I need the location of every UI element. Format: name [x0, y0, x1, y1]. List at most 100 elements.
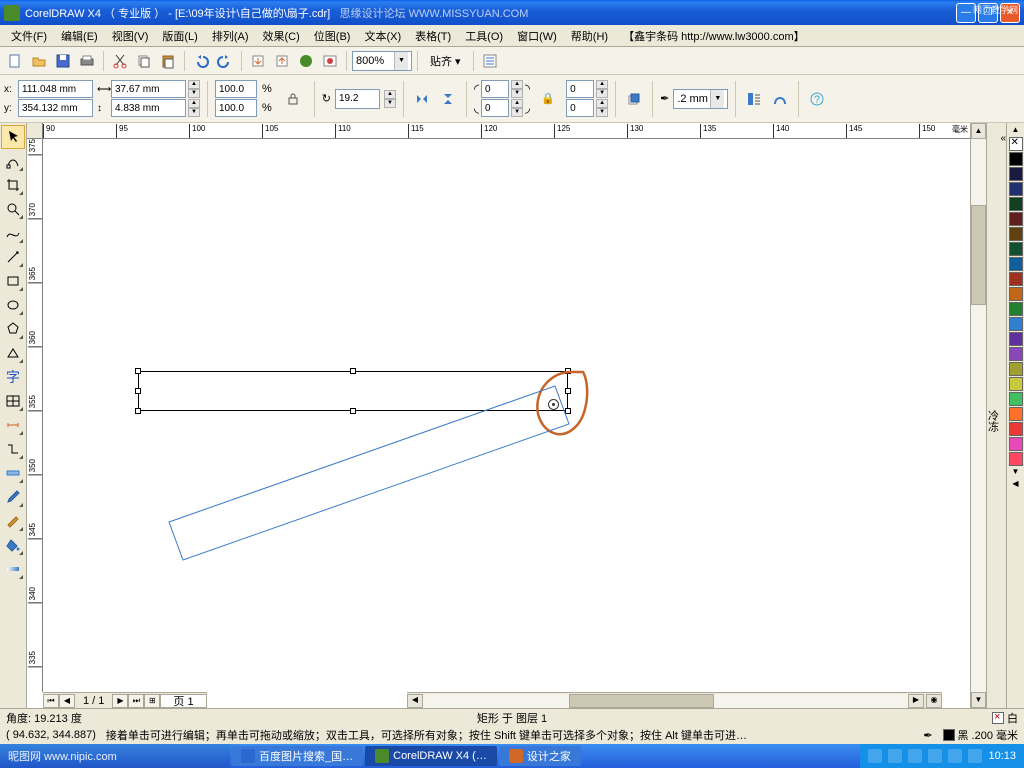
- corner-br-field[interactable]: 0: [566, 99, 594, 117]
- print-button[interactable]: [76, 50, 98, 72]
- to-curves-button[interactable]: [769, 88, 791, 110]
- help-button[interactable]: ?: [806, 88, 828, 110]
- x-field[interactable]: 111.048 mm: [18, 80, 93, 98]
- app-launcher-button[interactable]: [295, 50, 317, 72]
- palette-down-button[interactable]: ▼: [1007, 467, 1024, 479]
- eyedropper-tool[interactable]: [1, 485, 25, 509]
- taskbar-item-0[interactable]: 百度图片搜索_国…: [231, 746, 363, 766]
- outline-tool[interactable]: [1, 509, 25, 533]
- swatch[interactable]: [1009, 392, 1023, 406]
- zoom-combo[interactable]: 800%▼: [352, 51, 412, 71]
- ruler-vertical[interactable]: 375370365360355350345340335: [27, 139, 43, 692]
- nav-popup-button[interactable]: ◉: [926, 694, 942, 708]
- palette-flyout-button[interactable]: ◀: [1007, 479, 1024, 491]
- connector-tool[interactable]: [1, 437, 25, 461]
- menu-effects[interactable]: 效果(C): [256, 26, 307, 46]
- lock-ratio-button[interactable]: [282, 88, 304, 110]
- menu-text[interactable]: 文本(X): [357, 26, 408, 46]
- start-area[interactable]: 昵图网 www.nipic.com: [0, 744, 230, 768]
- page-next-button[interactable]: ▶: [112, 694, 128, 708]
- swatch[interactable]: [1009, 302, 1023, 316]
- menu-extra-link[interactable]: 【鑫宇条码 http://www.lw3000.com】: [623, 28, 805, 44]
- outline-indicator[interactable]: [943, 729, 955, 741]
- mirror-v-button[interactable]: [437, 88, 459, 110]
- polygon-tool[interactable]: [1, 317, 25, 341]
- sel-handle-tm[interactable]: [350, 368, 356, 374]
- swatch[interactable]: [1009, 377, 1023, 391]
- width-field[interactable]: 37.67 mm: [111, 80, 186, 98]
- paste-button[interactable]: [157, 50, 179, 72]
- menu-edit[interactable]: 编辑(E): [54, 26, 105, 46]
- palette-up-button[interactable]: ▲: [1007, 125, 1024, 137]
- save-button[interactable]: [52, 50, 74, 72]
- tray-icon[interactable]: [928, 749, 942, 763]
- swatch[interactable]: [1009, 437, 1023, 451]
- to-front-button[interactable]: [623, 88, 645, 110]
- import-button[interactable]: [247, 50, 269, 72]
- undo-button[interactable]: [190, 50, 212, 72]
- basic-shapes-tool[interactable]: [1, 341, 25, 365]
- swatch[interactable]: [1009, 407, 1023, 421]
- corner-bl-field[interactable]: 0: [481, 99, 509, 117]
- system-tray[interactable]: 10:13: [860, 744, 1024, 768]
- new-button[interactable]: [4, 50, 26, 72]
- zoom-tool[interactable]: [1, 197, 25, 221]
- tray-icon[interactable]: [948, 749, 962, 763]
- ruler-origin[interactable]: [27, 123, 43, 139]
- welcome-screen-button[interactable]: [319, 50, 341, 72]
- swatch[interactable]: [1009, 332, 1023, 346]
- swatch[interactable]: [1009, 152, 1023, 166]
- page-prev-button[interactable]: ◀: [59, 694, 75, 708]
- menu-view[interactable]: 视图(V): [105, 26, 156, 46]
- rotation-field[interactable]: 19.2: [335, 89, 380, 109]
- taskbar-item-2[interactable]: 设计之家: [499, 746, 581, 766]
- export-button[interactable]: [271, 50, 293, 72]
- h-scrollbar[interactable]: ◀▶ ◉: [407, 692, 942, 708]
- corner-tr-field[interactable]: 0: [566, 80, 594, 98]
- fill-tool[interactable]: [1, 533, 25, 557]
- menu-table[interactable]: 表格(T): [408, 26, 458, 46]
- outline-pen-status-icon[interactable]: ✒: [923, 729, 932, 742]
- fill-indicator[interactable]: ×: [992, 712, 1004, 724]
- mirror-h-button[interactable]: [411, 88, 433, 110]
- cut-button[interactable]: [109, 50, 131, 72]
- shape-tool[interactable]: [1, 149, 25, 173]
- text-tool[interactable]: 字: [1, 365, 25, 389]
- height-field[interactable]: 4.838 mm: [111, 99, 186, 117]
- interactive-fill-tool[interactable]: [1, 557, 25, 581]
- scale-y-field[interactable]: 100.0: [215, 99, 257, 117]
- swatch[interactable]: [1009, 362, 1023, 376]
- sel-handle-tl[interactable]: [135, 368, 141, 374]
- swatch[interactable]: [1009, 197, 1023, 211]
- ruler-horizontal[interactable]: 9095100105110115120125130135140145150毫米: [43, 123, 970, 139]
- ellipse-tool[interactable]: [1, 293, 25, 317]
- outline-width-combo[interactable]: .2 mm▼: [673, 89, 728, 109]
- sel-handle-ml[interactable]: [135, 388, 141, 394]
- pick-tool[interactable]: [1, 125, 25, 149]
- drawing-canvas[interactable]: [43, 139, 970, 692]
- swatch[interactable]: [1009, 167, 1023, 181]
- swatch[interactable]: [1009, 227, 1023, 241]
- swatch[interactable]: [1009, 317, 1023, 331]
- menu-file[interactable]: 文件(F): [4, 26, 54, 46]
- swatch[interactable]: [1009, 422, 1023, 436]
- tray-icon[interactable]: [868, 749, 882, 763]
- open-button[interactable]: [28, 50, 50, 72]
- page-last-button[interactable]: ⏭: [128, 694, 144, 708]
- swatch[interactable]: [1009, 242, 1023, 256]
- sel-handle-bl[interactable]: [135, 408, 141, 414]
- menu-window[interactable]: 窗口(W): [510, 26, 564, 46]
- clock[interactable]: 10:13: [988, 750, 1016, 762]
- swatch[interactable]: [1009, 212, 1023, 226]
- swatch[interactable]: [1009, 182, 1023, 196]
- swatch[interactable]: [1009, 347, 1023, 361]
- scale-x-field[interactable]: 100.0: [215, 80, 257, 98]
- v-scrollbar[interactable]: ▲▼: [970, 123, 986, 708]
- swatch-none[interactable]: [1009, 137, 1023, 151]
- freehand-tool[interactable]: [1, 221, 25, 245]
- docker-tab[interactable]: « 冷冻: [986, 123, 1006, 708]
- corner-lock-button[interactable]: 🔒: [537, 88, 559, 110]
- page-tab-1[interactable]: 页 1: [160, 694, 206, 708]
- smart-tool[interactable]: [1, 245, 25, 269]
- menu-layout[interactable]: 版面(L): [155, 26, 204, 46]
